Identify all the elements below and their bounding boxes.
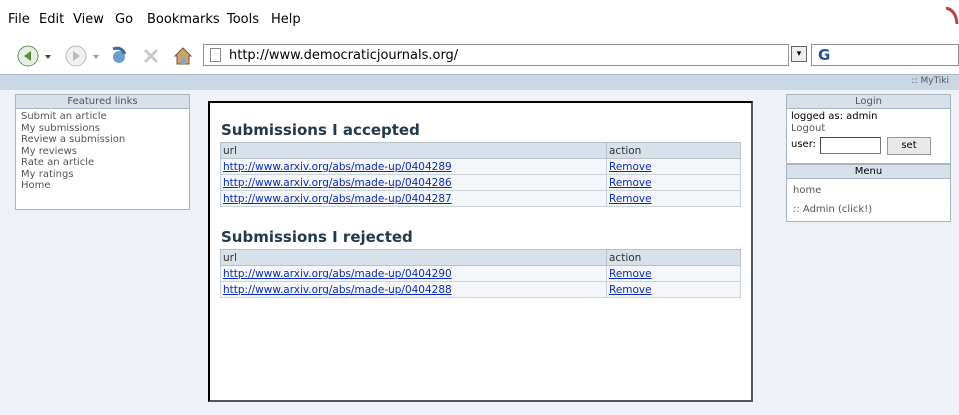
featured-link-my-submissions[interactable]: My submissions [21, 123, 189, 135]
rejected-col-url: url [220, 249, 607, 266]
logout-link[interactable]: Logout [787, 123, 950, 135]
throbber-icon [945, 6, 959, 25]
rejected-col-action: action [606, 249, 741, 266]
url-dropdown-button[interactable]: ▾ [791, 46, 807, 62]
menu-item-home[interactable]: home [787, 184, 950, 197]
remove-link[interactable]: Remove [609, 193, 652, 205]
menu-help[interactable]: Help [271, 12, 301, 27]
menu-view[interactable]: View [73, 12, 104, 27]
table-row: http://www.arxiv.org/abs/made-up/0404287… [220, 190, 741, 207]
page-icon [210, 48, 221, 62]
accepted-col-action: action [606, 142, 741, 159]
rejected-heading: Submissions I rejected [221, 228, 413, 246]
accepted-heading: Submissions I accepted [221, 121, 420, 139]
table-row: http://www.arxiv.org/abs/made-up/0404289… [220, 158, 741, 175]
google-search-icon[interactable]: G [818, 46, 830, 64]
menu-title: Menu [787, 165, 950, 179]
submission-url-link[interactable]: http://www.arxiv.org/abs/made-up/0404287 [223, 193, 452, 205]
featured-links-box: Featured links Submit an article My subm… [15, 94, 190, 210]
submission-url-link[interactable]: http://www.arxiv.org/abs/made-up/0404290 [223, 268, 452, 280]
featured-link-review[interactable]: Review a submission [21, 134, 189, 146]
remove-link[interactable]: Remove [609, 268, 652, 280]
featured-link-my-ratings[interactable]: My ratings [21, 169, 189, 181]
accepted-table: url action http://www.arxiv.org/abs/made… [220, 142, 741, 207]
home-icon[interactable] [172, 45, 194, 67]
url-bar[interactable]: http://www.democraticjournals.org/ [203, 44, 789, 66]
remove-link[interactable]: Remove [609, 161, 652, 173]
stop-icon[interactable] [140, 45, 162, 67]
forward-dropdown-icon[interactable] [91, 45, 101, 67]
remove-link[interactable]: Remove [609, 284, 652, 296]
set-button[interactable]: set [887, 137, 931, 155]
submission-url-link[interactable]: http://www.arxiv.org/abs/made-up/0404289 [223, 161, 452, 173]
back-icon[interactable] [17, 45, 39, 67]
table-row: http://www.arxiv.org/abs/made-up/0404288… [220, 281, 741, 298]
back-dropdown-icon[interactable] [43, 45, 53, 67]
user-label: user: [791, 139, 817, 150]
featured-link-rate[interactable]: Rate an article [21, 157, 189, 169]
menu-item-admin[interactable]: :: Admin (click!) [787, 203, 950, 216]
menu-go[interactable]: Go [115, 12, 133, 27]
table-row: http://www.arxiv.org/abs/made-up/0404286… [220, 174, 741, 191]
submission-url-link[interactable]: http://www.arxiv.org/abs/made-up/0404286 [223, 177, 452, 189]
featured-link-my-reviews[interactable]: My reviews [21, 146, 189, 158]
logged-as-text: logged as: admin [791, 111, 878, 122]
menu-file[interactable]: File [8, 12, 30, 27]
forward-icon[interactable] [65, 45, 87, 67]
featured-link-submit[interactable]: Submit an article [21, 111, 189, 123]
featured-link-home[interactable]: Home [21, 180, 189, 192]
site-top-strip [0, 74, 959, 91]
featured-links-title: Featured links [16, 95, 189, 109]
login-box: Login logged as: admin Logout user: set [786, 94, 951, 164]
browser-menubar: File Edit View Go Bookmarks Tools Help [0, 0, 959, 38]
rejected-table: url action http://www.arxiv.org/abs/made… [220, 249, 741, 298]
main-panel: Submissions I accepted url action http:/… [208, 101, 753, 402]
table-row: http://www.arxiv.org/abs/made-up/0404290… [220, 265, 741, 282]
menu-bookmarks[interactable]: Bookmarks [147, 12, 220, 27]
user-input[interactable] [820, 137, 881, 154]
reload-icon[interactable] [108, 45, 130, 67]
menu-tools[interactable]: Tools [227, 12, 259, 27]
login-title: Login [787, 95, 950, 109]
mytiki-link[interactable]: :: MyTiki [912, 76, 949, 86]
menu-edit[interactable]: Edit [39, 12, 64, 27]
submission-url-link[interactable]: http://www.arxiv.org/abs/made-up/0404288 [223, 284, 452, 296]
url-text[interactable]: http://www.democraticjournals.org/ [229, 48, 458, 63]
remove-link[interactable]: Remove [609, 177, 652, 189]
search-bar[interactable]: G [811, 44, 959, 66]
accepted-col-url: url [220, 142, 607, 159]
menu-box: Menu home :: Admin (click!) [786, 164, 951, 222]
